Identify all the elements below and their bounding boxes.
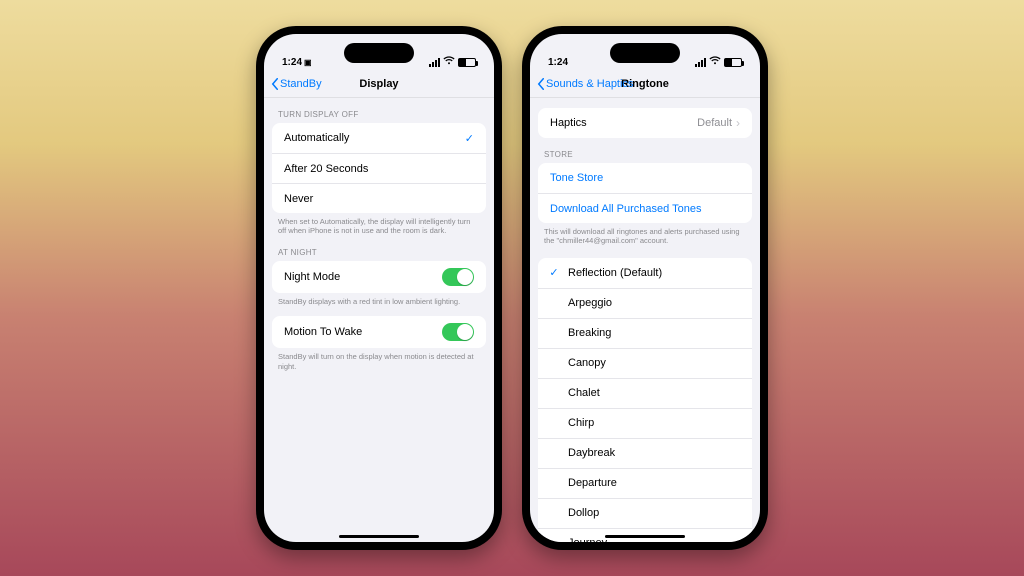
section-header-turn-off: TURN DISPLAY OFF bbox=[264, 98, 494, 123]
back-label: StandBy bbox=[280, 78, 322, 90]
back-button[interactable]: StandBy bbox=[270, 70, 322, 97]
haptics-value: Default bbox=[697, 117, 732, 129]
clock-icon: ▣ bbox=[304, 58, 312, 67]
motion-wake-group: Motion To Wake bbox=[272, 316, 486, 348]
tone-label: Departure bbox=[568, 477, 617, 489]
tone-label: Daybreak bbox=[568, 447, 615, 459]
ringtone-list: ✓ Reflection (Default) Arpeggio Breaking C… bbox=[538, 258, 752, 542]
content-right: Haptics Default › STORE Tone Store Downl… bbox=[530, 98, 760, 542]
tone-label: Journey bbox=[568, 537, 607, 542]
tone-option[interactable]: Daybreak bbox=[538, 438, 752, 468]
back-button[interactable]: Sounds & Haptics bbox=[536, 70, 633, 97]
screen-left: 1:24 ▣ StandBy Display TURN DISPLAY OFF bbox=[264, 34, 494, 542]
option-after-20[interactable]: After 20 Seconds bbox=[272, 153, 486, 183]
screen-right: 1:24 Sounds & Haptics Ringtone bbox=[530, 34, 760, 542]
tone-label: Chalet bbox=[568, 387, 600, 399]
status-time: 1:24 bbox=[282, 57, 302, 68]
tone-option[interactable]: Dollop bbox=[538, 498, 752, 528]
cell-signal-icon bbox=[429, 58, 440, 67]
tone-label: Breaking bbox=[568, 327, 611, 339]
tone-option-selected[interactable]: ✓ Reflection (Default) bbox=[538, 258, 752, 288]
battery-icon bbox=[724, 58, 742, 67]
wifi-icon bbox=[443, 56, 455, 68]
status-time: 1:24 bbox=[548, 57, 568, 68]
page-title: Display bbox=[359, 78, 398, 90]
option-never[interactable]: Never bbox=[272, 183, 486, 213]
download-tones-link[interactable]: Download All Purchased Tones bbox=[538, 193, 752, 223]
content-left: TURN DISPLAY OFF Automatically ✓ After 2… bbox=[264, 98, 494, 542]
phone-left: 1:24 ▣ StandBy Display TURN DISPLAY OFF bbox=[256, 26, 502, 550]
haptics-group: Haptics Default › bbox=[538, 108, 752, 138]
nav-bar: StandBy Display bbox=[264, 70, 494, 98]
tone-option[interactable]: Canopy bbox=[538, 348, 752, 378]
tone-option[interactable]: Chirp bbox=[538, 408, 752, 438]
tone-label: Canopy bbox=[568, 357, 606, 369]
dynamic-island bbox=[610, 43, 680, 63]
tone-label: Arpeggio bbox=[568, 297, 612, 309]
phone-right: 1:24 Sounds & Haptics Ringtone bbox=[522, 26, 768, 550]
tone-option[interactable]: Arpeggio bbox=[538, 288, 752, 318]
back-label: Sounds & Haptics bbox=[546, 78, 633, 90]
section-footer-turn-off: When set to Automatically, the display w… bbox=[264, 213, 494, 236]
tone-label: Chirp bbox=[568, 417, 594, 429]
motion-wake-row[interactable]: Motion To Wake bbox=[272, 316, 486, 348]
motion-wake-footer: StandBy will turn on the display when mo… bbox=[264, 348, 494, 371]
night-mode-footer: StandBy displays with a red tint in low … bbox=[264, 293, 494, 306]
battery-icon bbox=[458, 58, 476, 67]
tone-label: Dollop bbox=[568, 507, 599, 519]
home-indicator[interactable] bbox=[605, 535, 685, 538]
night-mode-group: Night Mode bbox=[272, 261, 486, 293]
night-mode-row[interactable]: Night Mode bbox=[272, 261, 486, 293]
tone-option[interactable]: Chalet bbox=[538, 378, 752, 408]
tone-option[interactable]: Breaking bbox=[538, 318, 752, 348]
wifi-icon bbox=[709, 56, 721, 68]
checkmark-icon: ✓ bbox=[548, 266, 560, 279]
option-automatically[interactable]: Automatically ✓ bbox=[272, 123, 486, 153]
chevron-right-icon: › bbox=[736, 116, 740, 130]
tone-store-link[interactable]: Tone Store bbox=[538, 163, 752, 193]
haptics-row[interactable]: Haptics Default › bbox=[538, 108, 752, 138]
cell-signal-icon bbox=[695, 58, 706, 67]
nav-bar: Sounds & Haptics Ringtone bbox=[530, 70, 760, 98]
section-header-night: AT NIGHT bbox=[264, 236, 494, 261]
store-group: Tone Store Download All Purchased Tones bbox=[538, 163, 752, 223]
checkmark-icon: ✓ bbox=[465, 132, 474, 145]
tone-option[interactable]: Departure bbox=[538, 468, 752, 498]
dynamic-island bbox=[344, 43, 414, 63]
turn-off-group: Automatically ✓ After 20 Seconds Never bbox=[272, 123, 486, 213]
store-footer: This will download all ringtones and ale… bbox=[530, 223, 760, 246]
home-indicator[interactable] bbox=[339, 535, 419, 538]
section-header-store: STORE bbox=[530, 138, 760, 163]
motion-wake-toggle[interactable] bbox=[442, 323, 474, 341]
night-mode-toggle[interactable] bbox=[442, 268, 474, 286]
